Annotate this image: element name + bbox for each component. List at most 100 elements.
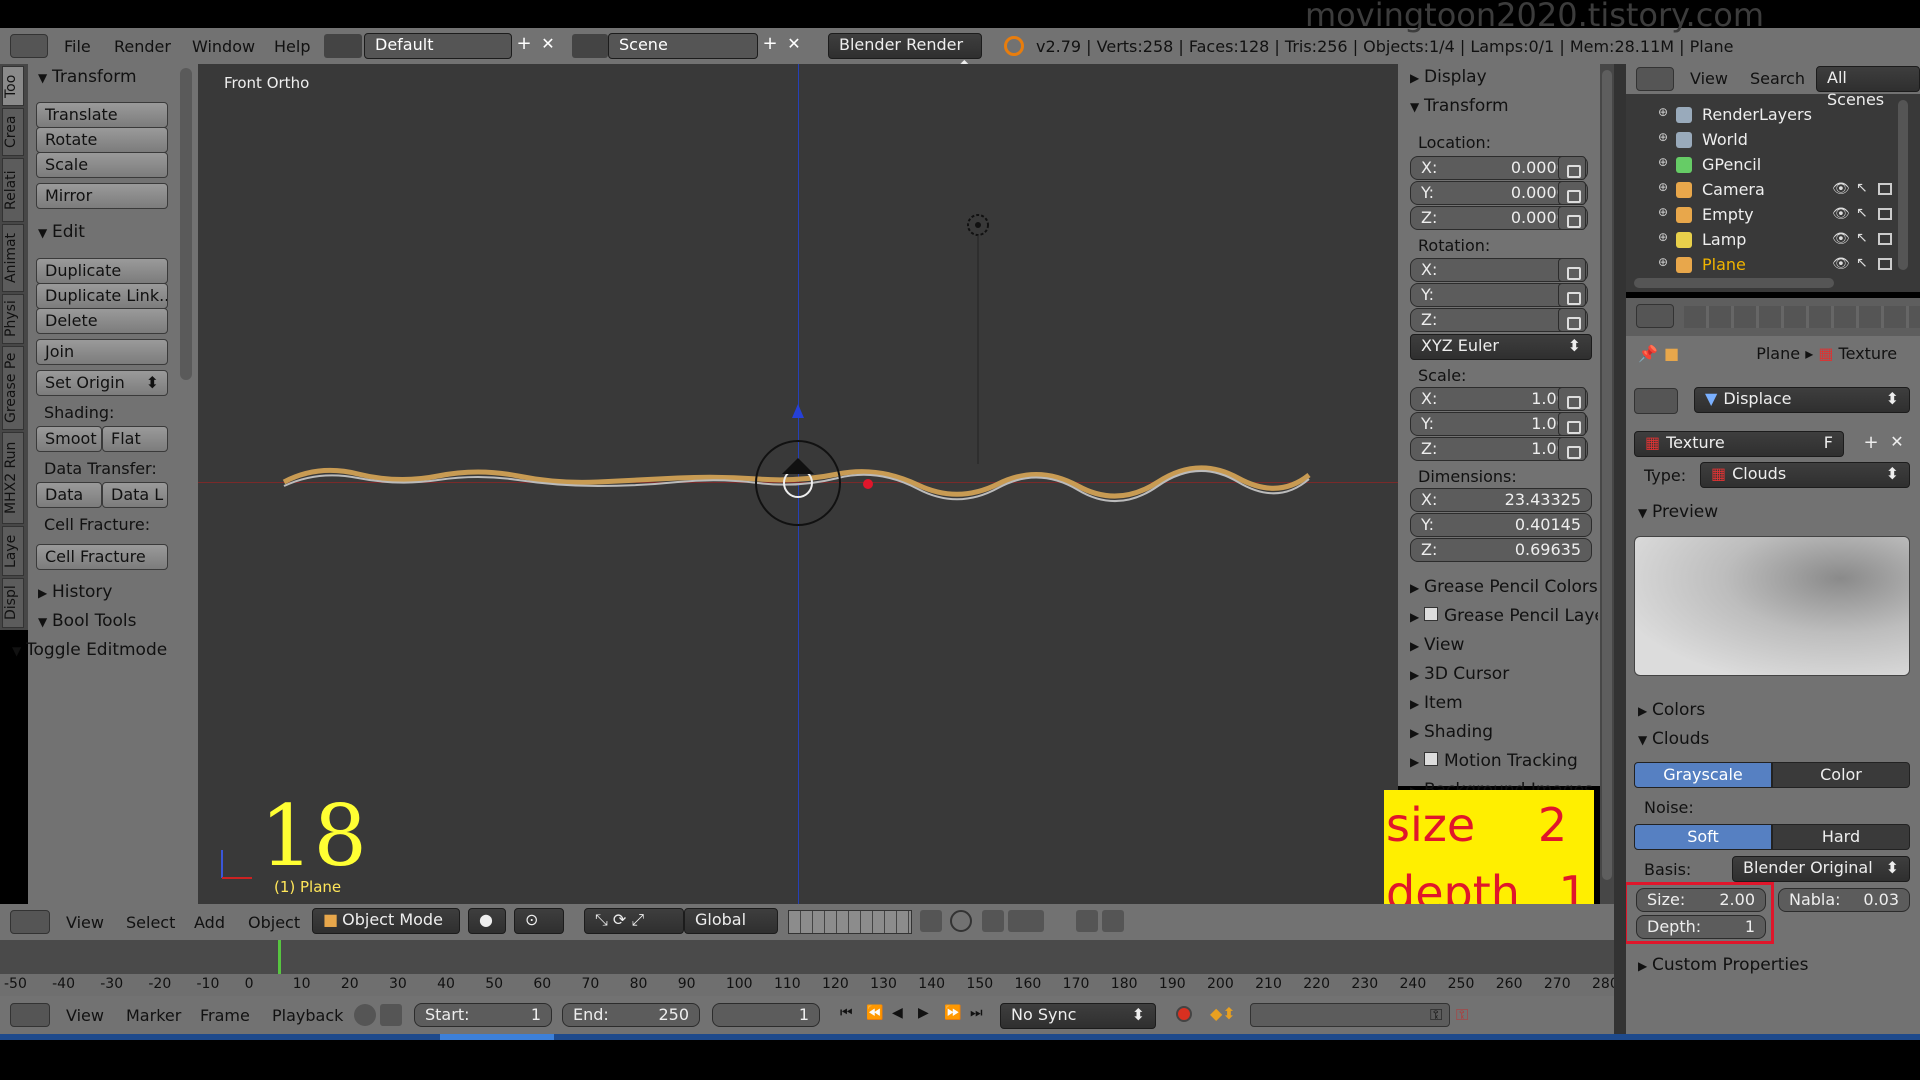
tab-display[interactable]: Displ <box>2 578 24 628</box>
dimensions-y-field[interactable]: Y: 0.40145 <box>1410 513 1592 537</box>
outliner-row[interactable]: ⊕ Plane 👁 ↖ <box>1656 254 1896 278</box>
colors-header[interactable]: ▶ Colors <box>1638 700 1705 720</box>
play-reverse-icon[interactable]: ◀ <box>892 1005 914 1027</box>
render-engine-select[interactable]: Blender Render⬍ <box>828 33 982 76</box>
current-frame-field[interactable]: 1 <box>712 1003 820 1027</box>
object-menu[interactable]: Object <box>248 913 300 932</box>
visibility-eye-icon[interactable]: 👁 <box>1832 181 1850 197</box>
viewport-3d[interactable]: Front Ortho 18 (1) Plane <box>198 64 1398 904</box>
marker-menu[interactable]: Marker <box>126 1006 181 1025</box>
nabla-field[interactable]: Nabla: 0.03 <box>1778 888 1910 912</box>
preview-range-icon[interactable] <box>354 1004 376 1026</box>
shading-header[interactable]: ▶ Shading <box>1410 722 1493 742</box>
layout-select[interactable]: Default <box>364 33 512 59</box>
sync-select[interactable]: No Sync ⬍ <box>1000 1003 1156 1029</box>
manipulator-toggle[interactable]: ⤡ ⟳ ⤢ <box>584 908 684 934</box>
preview-header[interactable]: ▼ Preview <box>1638 502 1718 522</box>
render-layer-icon[interactable] <box>920 910 942 932</box>
outliner-row[interactable]: ⊕ Empty 👁 ↖ <box>1656 204 1896 228</box>
add-layout-icon[interactable]: + <box>514 35 534 55</box>
displace-modifier-select[interactable]: ▼ Displace ⬍ <box>1694 387 1910 413</box>
mode-select[interactable]: ■ Object Mode <box>312 908 460 934</box>
item-header[interactable]: ▶ Item <box>1410 693 1463 713</box>
timeline-editor-icon[interactable] <box>10 1003 50 1027</box>
close-scene-icon[interactable]: ✕ <box>784 35 804 55</box>
orientation-select[interactable]: Global <box>684 908 778 934</box>
next-keyframe-icon[interactable]: ⏩ <box>944 1005 966 1027</box>
texture-type-icon[interactable] <box>1634 388 1678 414</box>
expand-icon[interactable]: ⊕ <box>1658 155 1668 169</box>
motion-tracking-header[interactable]: ▶ Motion Tracking <box>1410 751 1578 771</box>
snap-icon[interactable] <box>982 910 1004 932</box>
tab-physics[interactable]: Physi <box>2 294 24 344</box>
outliner-view-menu[interactable]: View <box>1690 69 1728 88</box>
menu-file[interactable]: File <box>64 37 91 56</box>
hard-toggle[interactable]: Hard <box>1772 824 1910 850</box>
translate-button[interactable]: Translate <box>36 102 168 128</box>
render-icon[interactable] <box>1076 910 1098 932</box>
tool-shelf-scrollbar[interactable] <box>180 68 192 380</box>
record-icon[interactable] <box>1176 1006 1192 1022</box>
transform-header[interactable]: ▼ Transform <box>38 67 137 87</box>
grease-pencil-colors-header[interactable]: ▶ Grease Pencil Colors <box>1410 577 1598 597</box>
mirror-button[interactable]: Mirror <box>36 183 168 209</box>
proportional-edit-icon[interactable] <box>950 910 972 932</box>
dimensions-z-field[interactable]: Z: 0.69635 <box>1410 538 1592 562</box>
info-editor-icon[interactable] <box>10 34 48 58</box>
visibility-eye-icon[interactable]: 👁 <box>1832 206 1850 222</box>
3d-cursor-header[interactable]: ▶ 3D Cursor <box>1410 664 1509 684</box>
editor-type-icon[interactable] <box>10 910 50 934</box>
bool-tools-header[interactable]: ▼ Bool Tools <box>38 611 136 631</box>
outliner-hscroll[interactable] <box>1634 278 1834 288</box>
jump-end-icon[interactable]: ⏭ <box>970 1005 992 1027</box>
render-camera-icon[interactable] <box>1878 233 1892 245</box>
lock-icon[interactable] <box>1558 181 1586 205</box>
data-l-button[interactable]: Data L <box>102 482 168 508</box>
lock-icon[interactable] <box>1558 412 1586 436</box>
background-images-header[interactable]: ▶Background Images <box>1410 780 1593 790</box>
outliner-row[interactable]: ⊕ GPencil <box>1656 154 1896 178</box>
tab-grease-pencil[interactable]: Grease Pe <box>2 346 24 430</box>
set-origin-select[interactable]: Set Origin ⬍ <box>36 370 168 396</box>
keying-set-field[interactable] <box>1250 1003 1450 1027</box>
scene-icon[interactable] <box>572 34 608 58</box>
playback-menu[interactable]: Playback <box>272 1006 343 1025</box>
render-camera-icon[interactable] <box>1878 208 1892 220</box>
frame-menu[interactable]: Frame <box>200 1006 250 1025</box>
grease-pencil-layer-header[interactable]: ▶ Grease Pencil Layer <box>1410 606 1598 626</box>
area-divider[interactable] <box>1614 64 1626 1034</box>
tab-tools[interactable]: Too <box>2 66 24 106</box>
tab-mhx2[interactable]: MHX2 Run <box>2 432 24 524</box>
outliner-row[interactable]: ⊕ Camera 👁 ↖ <box>1656 179 1896 203</box>
fake-user-toggle[interactable]: F <box>1824 432 1833 454</box>
color-toggle[interactable]: Color <box>1772 762 1910 788</box>
expand-icon[interactable]: ⊕ <box>1658 255 1668 269</box>
checkbox-icon[interactable] <box>1424 752 1438 766</box>
snap-element-select[interactable] <box>1008 910 1044 932</box>
dimensions-x-field[interactable]: X: 23.43325 <box>1410 488 1592 512</box>
properties-editor-icon[interactable] <box>1636 304 1674 328</box>
insert-keyframe-icon[interactable]: ⚿ <box>1430 1005 1452 1027</box>
selectable-cursor-icon[interactable]: ↖ <box>1856 230 1868 246</box>
tab-relations[interactable]: Relati <box>2 158 24 222</box>
outliner-search-menu[interactable]: Search <box>1750 69 1805 88</box>
render-camera-icon[interactable] <box>1878 258 1892 270</box>
cell-fracture-button[interactable]: Cell Fracture <box>36 544 168 570</box>
lock-icon[interactable] <box>1558 258 1586 282</box>
keyframe-icon[interactable]: ◆⬍ <box>1210 1004 1240 1026</box>
outliner-row[interactable]: ⊕ Lamp 👁 ↖ <box>1656 229 1896 253</box>
lock-icon[interactable] <box>1558 437 1586 461</box>
expand-icon[interactable]: ⊕ <box>1658 230 1668 244</box>
flat-button[interactable]: Flat <box>102 426 168 452</box>
join-button[interactable]: Join <box>36 339 168 365</box>
delete-button[interactable]: Delete <box>36 308 168 334</box>
playhead[interactable] <box>278 940 281 974</box>
view-section-header[interactable]: ▶ View <box>1410 635 1464 655</box>
new-texture-icon[interactable]: + <box>1860 432 1882 456</box>
start-frame-field[interactable]: Start: 1 <box>414 1003 552 1027</box>
smooth-button[interactable]: Smoot <box>36 426 102 452</box>
scene-select[interactable]: Scene <box>608 33 758 59</box>
visibility-eye-icon[interactable]: 👁 <box>1832 256 1850 272</box>
tab-animation[interactable]: Animat <box>2 224 24 292</box>
n-panel-scroll-thumb[interactable] <box>1602 70 1612 880</box>
